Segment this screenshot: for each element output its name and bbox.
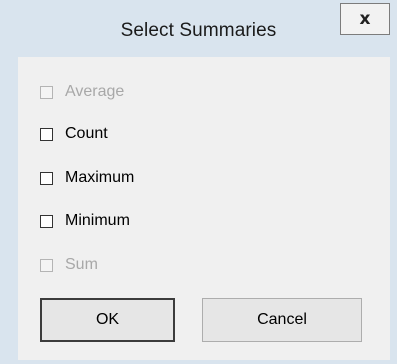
dialog-title: Select Summaries	[120, 20, 277, 41]
maximum-label[interactable]: Maximum	[65, 169, 134, 187]
cancel-button[interactable]: Cancel	[202, 298, 362, 342]
close-button[interactable]: x	[340, 3, 390, 35]
average-label: Average	[65, 83, 125, 100]
option-minimum[interactable]: Minimum	[40, 211, 130, 231]
option-sum: Sum	[40, 255, 98, 275]
minimum-label[interactable]: Minimum	[65, 212, 130, 230]
sum-label: Sum	[65, 256, 98, 273]
maximum-checkbox[interactable]	[40, 171, 53, 185]
minimum-checkbox[interactable]	[40, 214, 53, 228]
close-icon: x	[359, 8, 371, 29]
count-checkbox[interactable]	[40, 127, 53, 141]
ok-button[interactable]: OK	[40, 298, 175, 342]
sum-checkbox	[40, 258, 53, 272]
count-label[interactable]: Count	[65, 125, 108, 143]
average-checkbox	[40, 85, 53, 99]
option-average: Average	[40, 82, 124, 102]
option-count[interactable]: Count	[40, 124, 108, 144]
select-summaries-dialog: Select Summaries x Average Count Maximum…	[0, 0, 397, 364]
dialog-body: Average Count Maximum Minimum Sum OK Can…	[18, 57, 390, 360]
option-maximum[interactable]: Maximum	[40, 168, 134, 188]
title-bar: Select Summaries x	[0, 0, 397, 50]
